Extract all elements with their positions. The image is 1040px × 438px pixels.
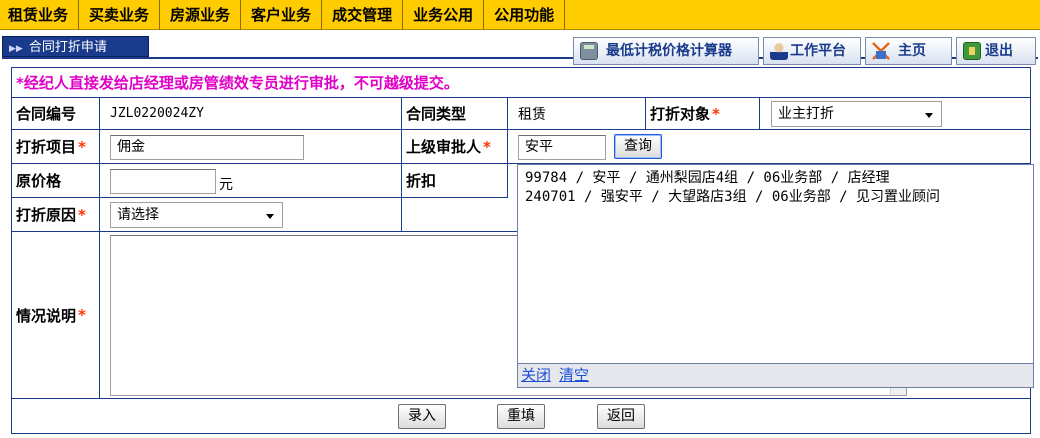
discount-target-select[interactable]: 业主打折 [771,101,942,127]
main-menu-bar: 租赁业务 买卖业务 房源业务 客户业务 成交管理 业务公用 公用功能 [0,0,1040,30]
reason-label: 打折原因 * [12,198,100,232]
workbench-label: 工作平台 [790,43,846,59]
yuan-unit: 元 [219,177,233,193]
reason-select[interactable]: 请选择 [110,202,283,228]
tax-calculator-label: 最低计税价格计算器 [606,43,732,59]
contract-type-label-text: 合同类型 [406,105,467,123]
page-title-text: 合同打折申请 [28,40,107,55]
home-icon [872,42,890,60]
menu-business-common[interactable]: 业务公用 [403,0,485,30]
required-mark: * [78,306,86,324]
approver-search-popup: 99784 / 安平 / 通州梨园店4组 / 06业务部 / 店经理 24070… [517,164,1034,364]
menu-sales[interactable]: 买卖业务 [79,0,161,30]
discount-target-label-text: 打折对象 [650,105,711,123]
contract-type-label: 合同类型 [402,98,508,130]
approver-result-row[interactable]: 99784 / 安平 / 通州梨园店4组 / 06业务部 / 店经理 [518,169,1033,188]
popup-close-link[interactable]: 关闭 [521,366,551,384]
menu-rental[interactable]: 租赁业务 [0,0,80,30]
home-label: 主页 [898,43,926,59]
discount-label-text: 折扣 [406,172,437,190]
user-icon [770,42,788,60]
required-mark: * [78,205,86,224]
chevron-down-icon [925,113,933,118]
discount-item-label-text: 打折项目 [16,138,77,156]
menu-listings[interactable]: 房源业务 [160,0,242,30]
required-mark: * [483,137,491,156]
original-price-input[interactable] [110,169,216,194]
menu-deals[interactable]: 成交管理 [322,0,404,30]
chevron-down-icon [266,214,274,219]
calculator-icon [580,42,598,60]
menu-public-functions[interactable]: 公用功能 [484,0,566,30]
reset-button[interactable]: 重填 [497,404,545,429]
approver-label-text: 上级审批人 [406,138,482,156]
required-mark: * [78,137,86,156]
contract-type-value: 租赁 [508,98,646,130]
popup-clear-link[interactable]: 清空 [559,366,589,384]
logout-label: 退出 [985,43,1013,59]
required-mark: * [712,104,720,123]
description-label-text: 情况说明 [16,306,77,325]
page-title: ▶▶ 合同打折申请 [2,36,149,57]
approver-input[interactable]: 安平 [518,135,606,160]
discount-item-input[interactable]: 佣金 [110,135,304,160]
exit-icon [963,42,981,60]
original-price-label: 原价格 [12,164,100,198]
discount-label: 折扣 [402,164,508,198]
contract-no-value: JZL0220024ZY [100,98,402,130]
discount-target-label: 打折对象 * [646,98,760,130]
submit-button[interactable]: 录入 [398,404,446,429]
menu-clients[interactable]: 客户业务 [241,0,323,30]
reason-label-text: 打折原因 [16,206,77,224]
approver-result-row[interactable]: 240701 / 强安平 / 大望路店3组 / 06业务部 / 见习置业顾问 [518,188,1033,207]
workbench-button[interactable]: 工作平台 [763,37,861,65]
actions-divider [12,398,1031,399]
home-button[interactable]: 主页 [865,37,952,65]
back-button[interactable]: 返回 [597,404,645,429]
logout-button[interactable]: 退出 [956,37,1036,65]
approver-label: 上级审批人 * [402,130,508,164]
approval-notice: *经纪人直接发给店经理或房管绩效专员进行审批，不可越级提交。 [12,68,1030,98]
popup-footer: 关闭 清空 [517,364,1034,388]
contract-no-label-text: 合同编号 [16,105,77,123]
contract-no-label: 合同编号 [12,98,100,130]
description-label: 情况说明 * [12,232,100,399]
query-button[interactable]: 查询 [614,134,662,159]
original-price-label-text: 原价格 [16,172,62,190]
tax-calculator-button[interactable]: 最低计税价格计算器 [573,37,759,65]
discount-target-selected: 业主打折 [778,106,834,122]
reason-selected: 请选择 [117,207,159,223]
discount-item-label: 打折项目 * [12,130,100,164]
